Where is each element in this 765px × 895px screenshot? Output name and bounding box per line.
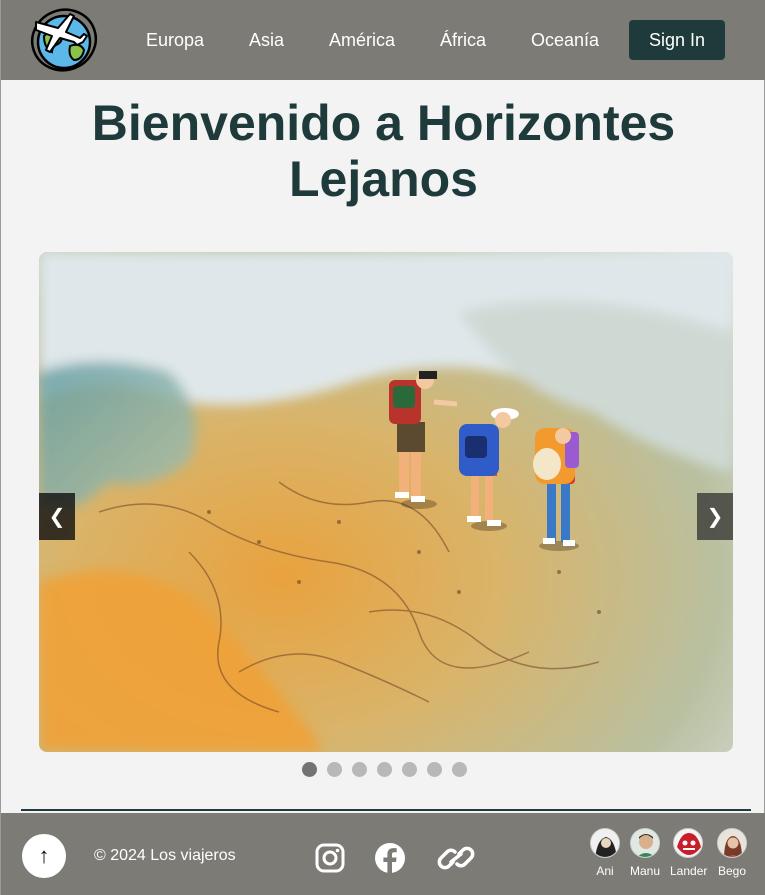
author-lander[interactable]: Lander — [670, 828, 708, 878]
carousel-dot[interactable] — [427, 762, 442, 777]
back-to-top-button[interactable]: ↑ — [22, 834, 66, 878]
author-manu[interactable]: Manu — [627, 828, 663, 878]
travelers-on-map-photo — [39, 252, 733, 752]
sign-in-button[interactable]: Sign In — [629, 20, 725, 60]
instagram-icon[interactable] — [314, 842, 346, 874]
author-ani[interactable]: Ani — [587, 828, 623, 878]
globe-airplane-icon[interactable] — [30, 6, 98, 72]
author-name: Manu — [629, 864, 661, 878]
avatar — [673, 828, 703, 858]
carousel-dot[interactable] — [352, 762, 367, 777]
carousel-prev-button[interactable]: ❮ — [39, 493, 75, 540]
nav-america[interactable]: América — [329, 30, 395, 50]
author-name: Ani — [596, 864, 614, 878]
carousel-dot[interactable] — [377, 762, 392, 777]
carousel-dot[interactable] — [452, 762, 467, 777]
avatar — [630, 828, 660, 858]
author-bego[interactable]: Bego — [714, 828, 750, 878]
site-header: Europa Asia América África Oceanía Sign … — [1, 0, 765, 80]
avatar — [717, 828, 747, 858]
facebook-icon[interactable] — [374, 842, 406, 874]
nav-asia[interactable]: Asia — [249, 30, 284, 50]
image-carousel: ❮ ❯ — [39, 252, 733, 752]
nav-africa[interactable]: África — [440, 30, 486, 50]
nav-europa[interactable]: Europa — [146, 30, 204, 50]
page-title: Bienvenido a Horizontes Lejanos — [91, 95, 676, 207]
copyright-text: © 2024 Los viajeros — [94, 847, 236, 864]
footer-divider — [21, 809, 751, 811]
carousel-dot[interactable] — [327, 762, 342, 777]
author-name: Bego — [717, 864, 747, 878]
site-footer: ↑ © 2024 Los viajeros Ani Manu Lander Be… — [1, 813, 765, 895]
author-name: Lander — [670, 864, 708, 878]
carousel-next-button[interactable]: ❯ — [697, 493, 733, 540]
nav-oceania[interactable]: Oceanía — [531, 30, 599, 50]
carousel-indicators — [302, 762, 467, 778]
avatar — [590, 828, 620, 858]
carousel-dot[interactable] — [402, 762, 417, 777]
carousel-dot[interactable] — [302, 762, 317, 777]
link-icon[interactable] — [437, 842, 475, 874]
